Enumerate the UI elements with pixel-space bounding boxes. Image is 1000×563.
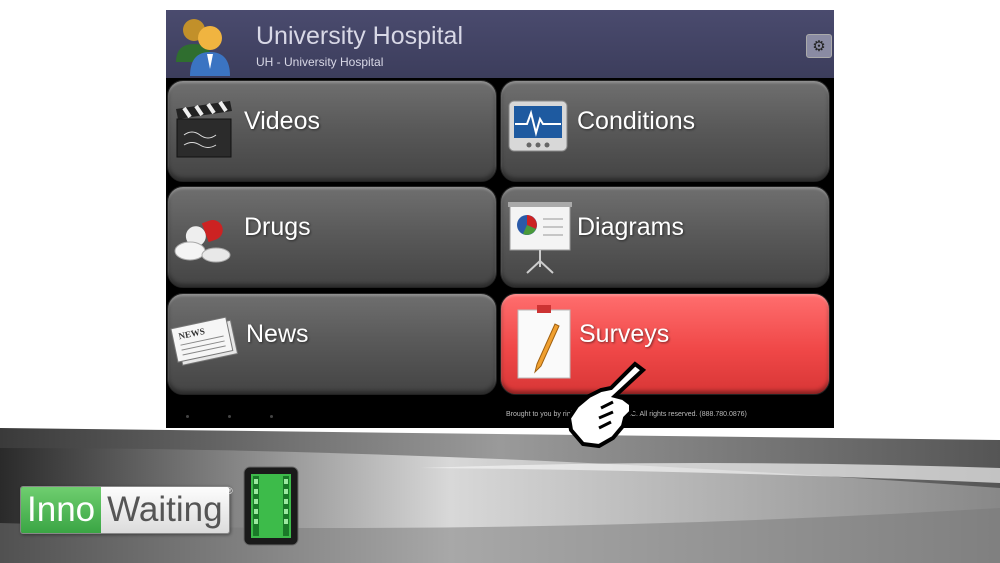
menu-item-videos[interactable]: Videos (167, 80, 497, 182)
pagination-dot (228, 415, 231, 418)
menu-item-news[interactable]: NEWS News (167, 293, 497, 395)
heart-monitor-icon (508, 100, 568, 152)
newspaper-icon: NEWS (170, 316, 239, 366)
menu-item-label: Videos (244, 107, 320, 135)
logo-text-inno: Inno (21, 487, 102, 533)
menu-item-surveys[interactable]: Surveys (500, 293, 830, 395)
app-header: University Hospital UH - University Hosp… (166, 10, 834, 78)
menu-item-drugs[interactable]: Drugs (167, 186, 497, 288)
gear-icon: ⚙ (812, 38, 826, 55)
menu-item-diagrams[interactable]: Diagrams (500, 186, 830, 288)
presentation-easel-icon (508, 202, 572, 274)
registered-mark: ® (226, 486, 233, 496)
menu-item-label: News (246, 320, 309, 348)
app-window: University Hospital UH - University Hosp… (166, 10, 834, 428)
pagination-dot (270, 415, 273, 418)
settings-button[interactable]: ⚙ (806, 34, 832, 58)
menu-item-conditions[interactable]: Conditions (500, 80, 830, 182)
app-title: University Hospital (256, 22, 464, 50)
app-subtitle: UH - University Hospital (256, 55, 384, 69)
menu-item-label: Surveys (579, 320, 670, 348)
logo-text-waiting: Waiting (101, 487, 229, 533)
users-icon (176, 19, 230, 76)
tablet-film-icon (243, 466, 299, 546)
innowaiting-logo: Inno Waiting (20, 486, 230, 534)
pagination-dot (186, 415, 189, 418)
pills-icon (174, 220, 231, 263)
menu-item-label: Drugs (244, 213, 311, 241)
pointing-hand-cursor-icon (566, 361, 647, 449)
menu-item-label: Diagrams (577, 213, 684, 241)
menu-item-label: Conditions (577, 107, 696, 135)
clapperboard-icon (176, 100, 232, 158)
